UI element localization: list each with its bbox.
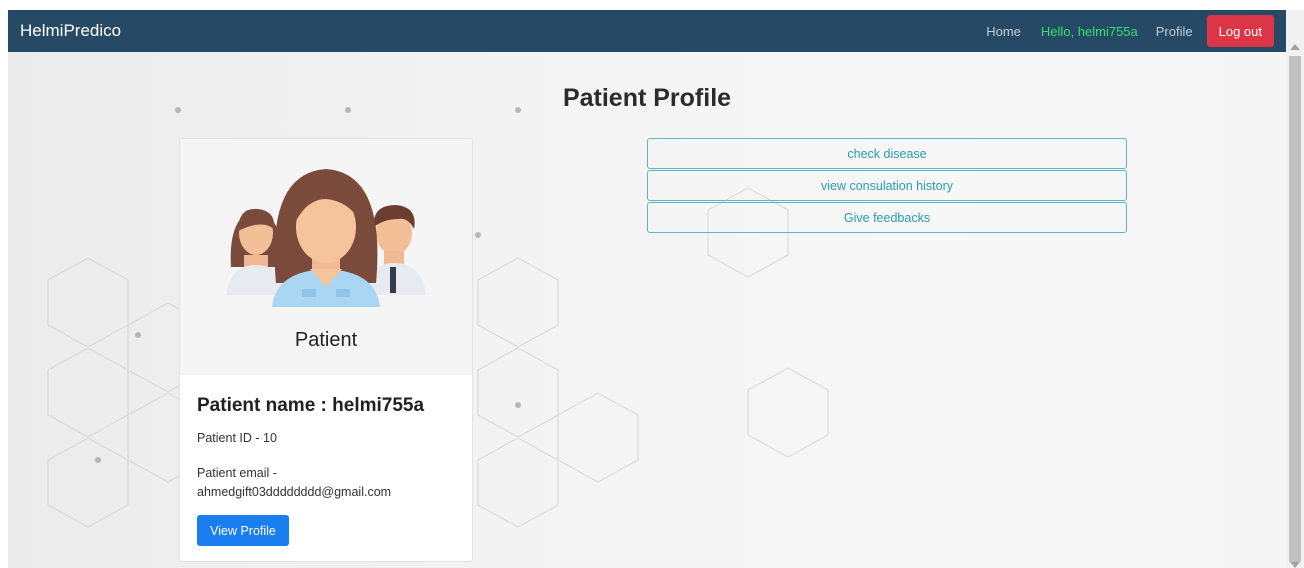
user-greeting: Hello, helmi755a (1040, 23, 1138, 39)
scroll-thumb[interactable] (1289, 56, 1301, 562)
card-image-area: Patient (180, 139, 472, 375)
logout-button[interactable]: Log out (1206, 15, 1274, 47)
page-title: Patient Profile (562, 84, 732, 112)
nav-profile-link[interactable]: Profile (1156, 24, 1193, 39)
view-profile-button[interactable]: View Profile (197, 515, 289, 546)
scroll-up-arrow-icon[interactable] (1290, 44, 1300, 50)
brand-logo[interactable]: HelmiPredico (20, 21, 121, 41)
view-consultation-history-button[interactable]: view consulation history (647, 170, 1127, 201)
check-disease-button[interactable]: check disease (647, 138, 1127, 169)
action-buttons: check disease view consulation history G… (647, 138, 1127, 234)
role-label: Patient (294, 329, 358, 351)
patient-email: Patient email - ahmedgift03dddddddd@gmai… (197, 464, 391, 502)
vertical-scrollbar[interactable] (1286, 10, 1304, 568)
scroll-down-arrow-icon[interactable] (1290, 562, 1300, 568)
patient-id: Patient ID - 10 (197, 431, 277, 445)
nav-links: Home Hello, helmi755a Profile Log out (968, 15, 1274, 47)
nav-home-link[interactable]: Home (986, 24, 1021, 39)
email-label: Patient email - (197, 466, 277, 480)
app-frame: HelmiPredico Home Hello, helmi755a Profi… (8, 10, 1286, 568)
top-navbar: HelmiPredico Home Hello, helmi755a Profi… (8, 10, 1286, 52)
give-feedbacks-button[interactable]: Give feedbacks (647, 202, 1127, 233)
patients-group-icon (226, 169, 426, 307)
patient-name: Patient name : helmi755a (197, 395, 425, 416)
email-value: ahmedgift03dddddddd@gmail.com (197, 485, 392, 499)
patient-profile-card: Patient Patient name : helmi755a Patient… (179, 138, 473, 562)
